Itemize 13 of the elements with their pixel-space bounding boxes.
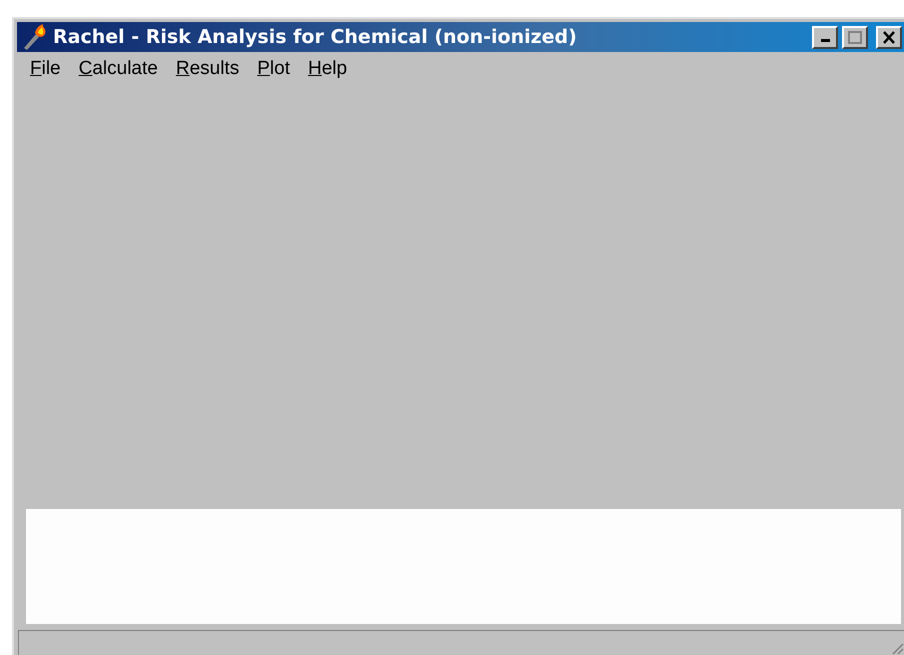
- menu-item[interactable]: Calculate: [70, 56, 167, 82]
- window-title: Rachel - Risk Analysis for Chemical (non-ionized): [53, 26, 578, 48]
- menu-item[interactable]: Plot: [248, 56, 299, 82]
- menu-item[interactable]: File: [21, 56, 70, 82]
- resize-grip-icon: [890, 641, 904, 655]
- maximize-icon: [848, 30, 862, 44]
- close-icon: [882, 30, 896, 44]
- minimize-button[interactable]: [812, 26, 838, 48]
- menu-item[interactable]: Results: [166, 56, 248, 82]
- menu-item[interactable]: Help: [299, 56, 356, 82]
- close-button[interactable]: [876, 26, 902, 48]
- maximize-button[interactable]: [842, 26, 868, 48]
- minimize-icon: [820, 39, 830, 42]
